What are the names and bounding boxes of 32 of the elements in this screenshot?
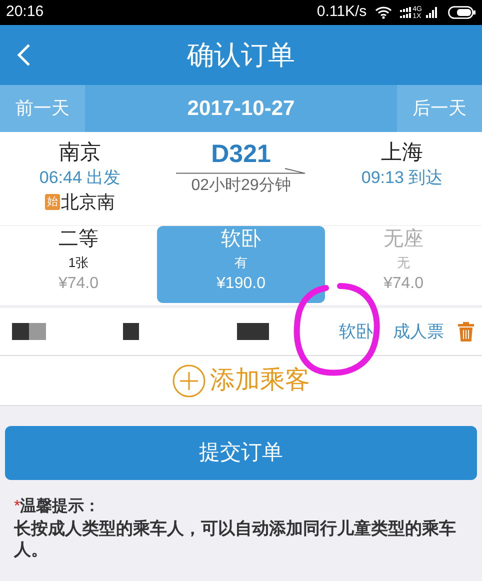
next-day-button[interactable]: 后一天: [397, 85, 482, 132]
required-mark: *: [14, 498, 20, 517]
signal-icon: [400, 7, 411, 18]
page-title: 确认订单: [187, 40, 295, 70]
seat-option[interactable]: 二等 1张 ¥74.0: [0, 226, 157, 303]
tip-title: 温馨提示：: [20, 496, 100, 517]
network-speed: 0.11K/s: [316, 2, 367, 22]
departure-station: 南京: [59, 140, 101, 166]
trash-icon[interactable]: [458, 322, 474, 342]
arrival-time: 09:13 到达: [361, 167, 443, 189]
travel-duration: 02小时29分钟: [191, 176, 291, 196]
travel-date: 2017-10-27: [187, 96, 295, 122]
train-number: D321: [211, 140, 271, 168]
signal-icon: [426, 7, 440, 18]
ticket-type[interactable]: 成人票: [393, 318, 444, 344]
passenger-seat-type: 软卧: [339, 320, 373, 343]
departure-time: 06:44 出发: [39, 167, 121, 189]
previous-day-button[interactable]: 前一天: [0, 85, 85, 132]
submit-order-button[interactable]: 提交订单: [5, 426, 477, 480]
redaction-mark: [123, 323, 139, 340]
seat-option[interactable]: 软卧 有 ¥190.0: [157, 226, 325, 303]
battery-icon: [448, 6, 476, 19]
origin-badge: 始: [45, 194, 60, 210]
wifi-icon: [374, 6, 392, 19]
plus-circle-icon: [172, 364, 206, 398]
redaction-mark: [237, 323, 269, 340]
origin-station: 北京南: [61, 191, 115, 214]
arrival-station: 上海: [381, 140, 423, 166]
tip-text: 长按成人类型的乘车人，可以自动添加同行儿童类型的乘车人。: [14, 518, 457, 560]
redaction-mark: [29, 323, 46, 340]
status-time: 20:16: [6, 2, 44, 22]
redaction-mark: [12, 323, 29, 340]
